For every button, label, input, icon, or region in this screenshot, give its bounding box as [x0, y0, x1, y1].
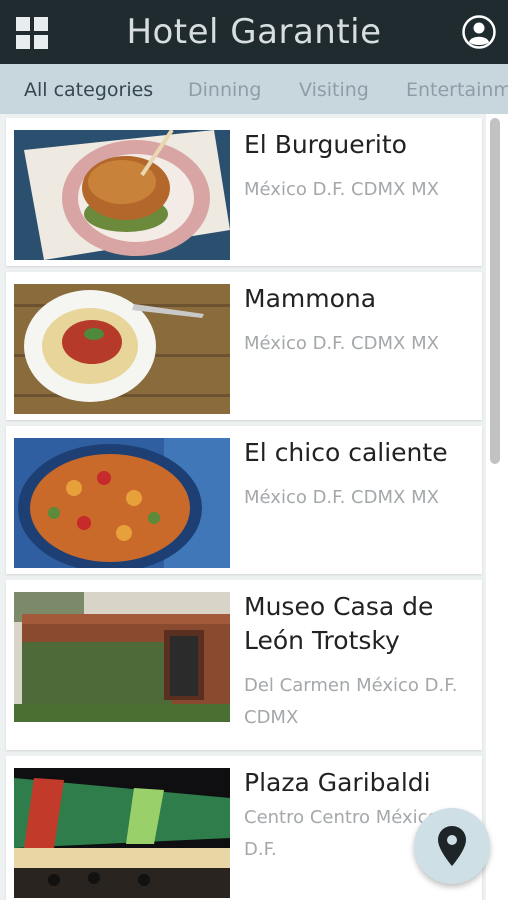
spaghetti-photo	[14, 284, 230, 414]
tab-all-categories[interactable]: All categories	[24, 78, 153, 102]
map-button[interactable]	[414, 808, 490, 884]
place-name: Plaza Garibaldi	[244, 768, 431, 797]
burger-photo	[14, 130, 230, 260]
map-pin-icon	[438, 826, 466, 866]
place-address: Del Carmen México D.F. CDMX	[244, 675, 458, 728]
list-item-el-chico-caliente[interactable]: El chico caliente México D.F. CDMX MX	[6, 426, 482, 574]
scrollbar-thumb[interactable]	[490, 118, 500, 464]
place-name: El chico caliente	[244, 438, 448, 467]
place-name: Mammona	[244, 284, 377, 313]
app-bar: Hotel Garantie	[0, 0, 508, 64]
place-address: México D.F. CDMX MX	[244, 179, 439, 200]
list-item-mammona[interactable]: Mammona México D.F. CDMX MX	[6, 272, 482, 420]
plaza-photo	[14, 768, 230, 898]
list-item-museo-casa-leon-trotsky[interactable]: Museo Casa de León Trotsky Del Carmen Mé…	[6, 580, 482, 750]
place-name: El Burguerito	[244, 130, 407, 159]
list-item-plaza-garibaldi[interactable]: Plaza Garibaldi Centro Centro México D.F…	[6, 756, 482, 900]
museum-photo	[14, 592, 230, 722]
rice-dish-photo	[14, 438, 230, 568]
place-name: Museo Casa de León Trotsky	[244, 592, 434, 655]
grid-menu-icon[interactable]	[16, 17, 48, 49]
app-title: Hotel Garantie	[126, 12, 382, 52]
tab-visiting[interactable]: Visiting	[299, 78, 369, 102]
list-item-el-burguerito[interactable]: El Burguerito México D.F. CDMX MX	[6, 118, 482, 266]
tab-entertainment[interactable]: Entertainm	[406, 78, 508, 102]
user-profile-icon[interactable]	[462, 15, 496, 49]
tab-dinning[interactable]: Dinning	[188, 78, 261, 102]
place-address: México D.F. CDMX MX	[244, 487, 439, 508]
category-tabs: All categories Dinning Visiting Entertai…	[0, 64, 508, 114]
places-list: El Burguerito México D.F. CDMX MX Mammon…	[0, 114, 486, 900]
place-address: México D.F. CDMX MX	[244, 333, 439, 354]
